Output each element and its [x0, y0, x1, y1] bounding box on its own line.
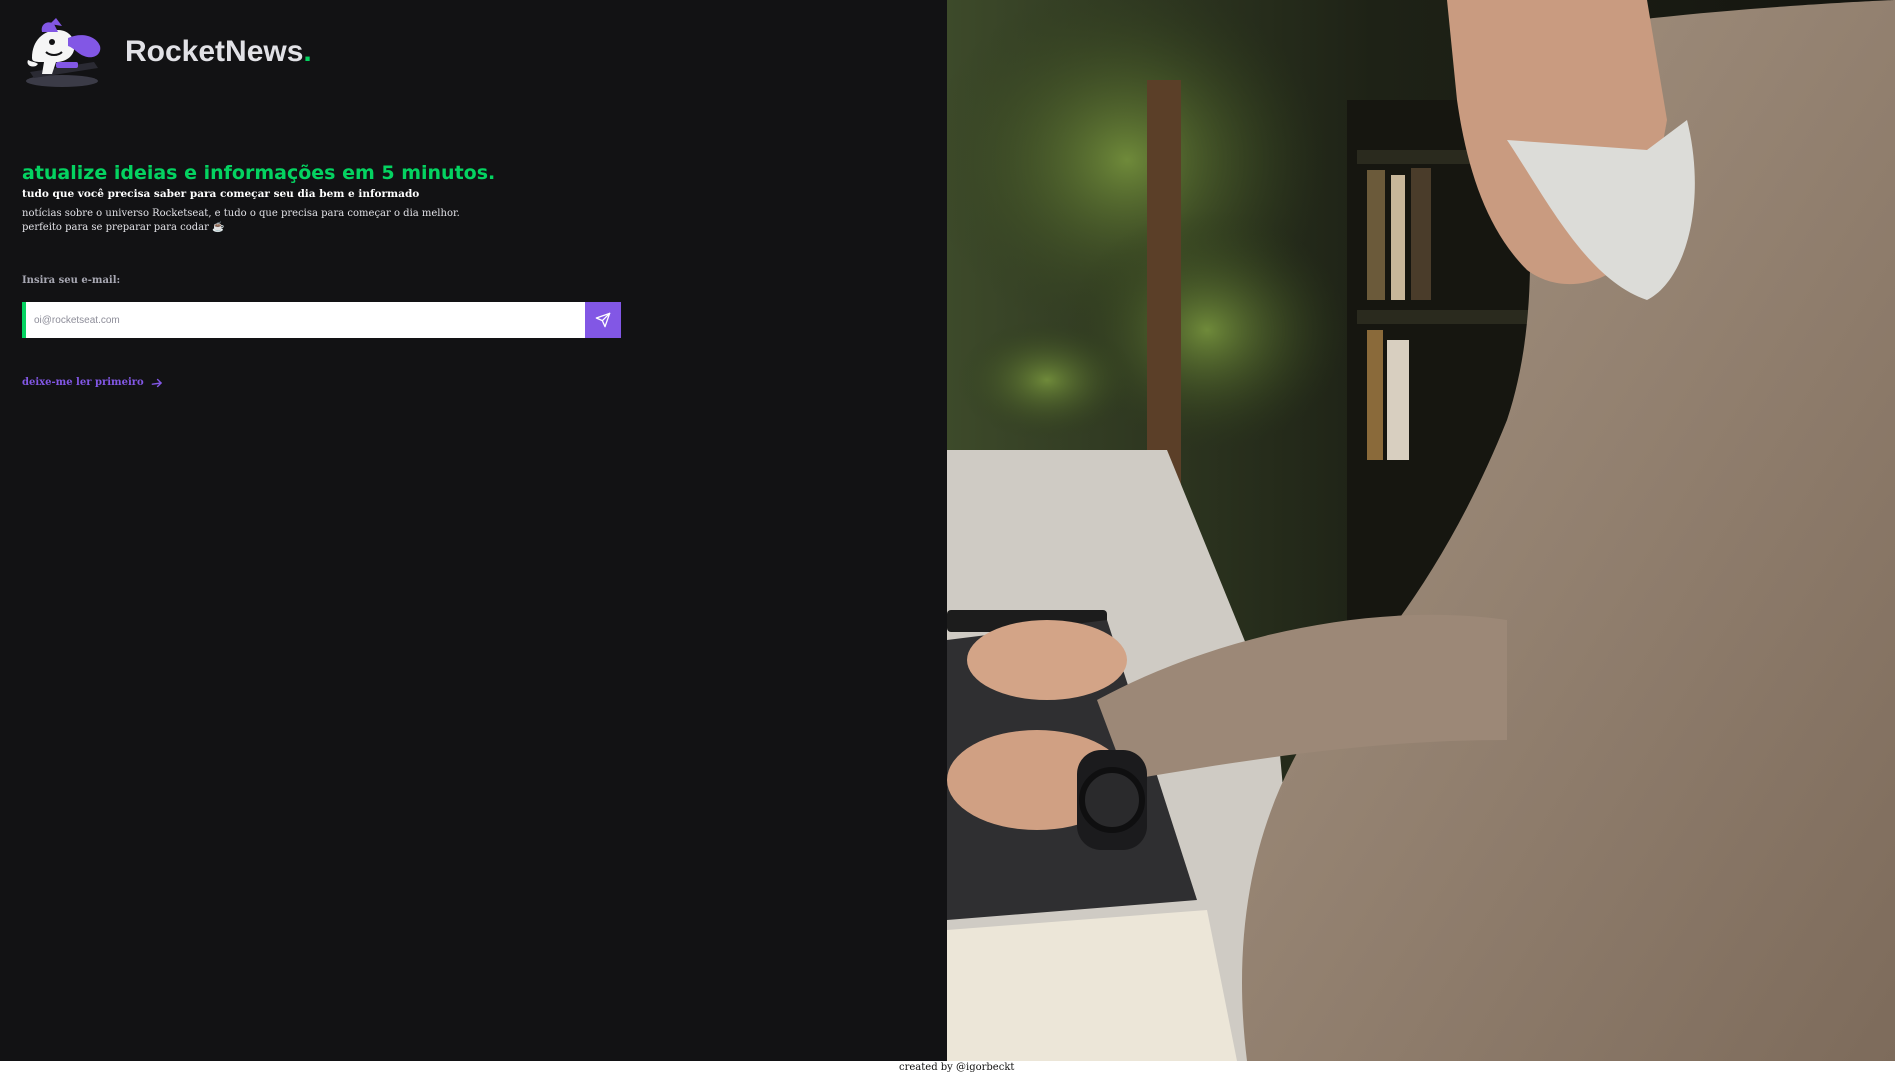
description-line-1: notícias sobre o universo Rocketseat, e … — [22, 208, 460, 219]
headline: atualize ideias e informações em 5 minut… — [22, 162, 496, 184]
submit-button[interactable] — [585, 302, 621, 338]
page: RocketNews. atualize ideias e informaçõe… — [0, 0, 1895, 1073]
brand-name-text: RocketNews — [125, 35, 304, 68]
brand-name: RocketNews. — [125, 34, 312, 70]
description-line-2: perfeito para se preparar para codar ☕ — [22, 222, 225, 233]
brand-dot: . — [303, 35, 312, 68]
footer-credit: created by @igorbeckt — [899, 1062, 1015, 1073]
read-first-label: deixe-me ler primeiro — [22, 377, 144, 388]
rocket-mascot-icon — [26, 18, 101, 87]
read-first-link[interactable]: deixe-me ler primeiro — [22, 376, 164, 390]
man-typing-on-laptop-photo — [947, 0, 1895, 1061]
subheadline: tudo que você precisa saber para começar… — [22, 188, 420, 200]
arrow-right-icon — [151, 378, 162, 388]
content-panel: RocketNews. atualize ideias e informaçõe… — [0, 0, 947, 1061]
email-label: Insira seu e-mail: — [22, 275, 121, 286]
email-field[interactable] — [22, 302, 585, 338]
description: notícias sobre o universo Rocketseat, e … — [22, 207, 460, 235]
send-icon — [595, 312, 611, 328]
hero-photo — [947, 0, 1895, 1061]
